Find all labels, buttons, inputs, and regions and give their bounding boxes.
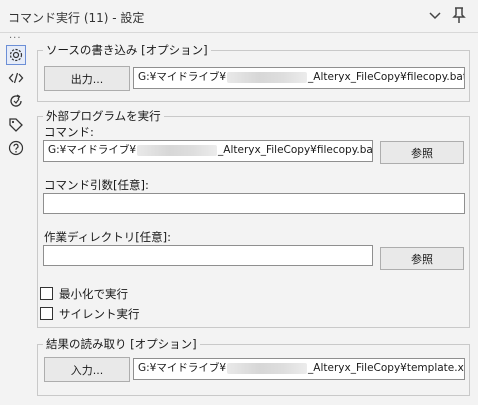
minimize-checkbox[interactable]: [40, 287, 53, 300]
input-path-suffix: _Alteryx_FileCopy¥template.xlsx: [308, 362, 465, 374]
args-label: コマンド引数[任意]:: [44, 178, 149, 192]
command-label: コマンド:: [44, 125, 94, 139]
redacted-region: [227, 71, 308, 83]
output-button[interactable]: 出力...: [44, 66, 130, 91]
redacted-region: [227, 362, 308, 374]
external-program-legend: 外部プログラムを実行: [43, 108, 164, 124]
source-write-legend: ソースの書き込み [オプション]: [43, 42, 211, 58]
tag-icon[interactable]: [6, 115, 26, 135]
command-prefix: G:¥マイドライブ¥: [48, 144, 137, 156]
minimize-label[interactable]: 最小化で実行: [59, 286, 128, 302]
redacted-region: [137, 144, 218, 156]
workdir-label: 作業ディレクトリ[任意]:: [44, 230, 172, 244]
browse-command-button[interactable]: 参照: [380, 141, 464, 164]
args-field[interactable]: [43, 193, 465, 214]
workdir-field[interactable]: [43, 245, 373, 266]
output-path-field[interactable]: G:¥マイドライブ¥ _Alteryx_FileCopy¥filecopy.bat: [133, 67, 465, 89]
input-path-prefix: G:¥マイドライブ¥: [138, 362, 227, 374]
silent-checkbox[interactable]: [40, 307, 53, 320]
pin-icon[interactable]: [451, 6, 467, 24]
output-path-prefix: G:¥マイドライブ¥: [138, 71, 227, 83]
gear-icon[interactable]: [6, 45, 26, 65]
help-icon[interactable]: [6, 138, 26, 158]
command-field[interactable]: G:¥マイドライブ¥ _Alteryx_FileCopy¥filecopy.bat: [43, 140, 373, 162]
more-dots[interactable]: ...: [9, 30, 22, 41]
window-title: コマンド実行 (11) - 設定: [8, 11, 145, 25]
result-read-legend: 結果の読み取り [オプション]: [43, 336, 200, 352]
chevron-down-icon[interactable]: [428, 8, 442, 22]
silent-label[interactable]: サイレント実行: [59, 306, 140, 322]
input-path-field[interactable]: G:¥マイドライブ¥ _Alteryx_FileCopy¥template.xls…: [133, 358, 465, 380]
title-bar: コマンド実行 (11) - 設定: [0, 0, 478, 33]
input-button[interactable]: 入力...: [44, 357, 130, 382]
browse-workdir-button[interactable]: 参照: [380, 247, 464, 270]
output-path-suffix: _Alteryx_FileCopy¥filecopy.bat: [308, 71, 465, 83]
command-suffix: _Alteryx_FileCopy¥filecopy.bat: [218, 144, 373, 156]
code-icon[interactable]: [6, 68, 26, 88]
refresh-icon[interactable]: [6, 91, 26, 111]
